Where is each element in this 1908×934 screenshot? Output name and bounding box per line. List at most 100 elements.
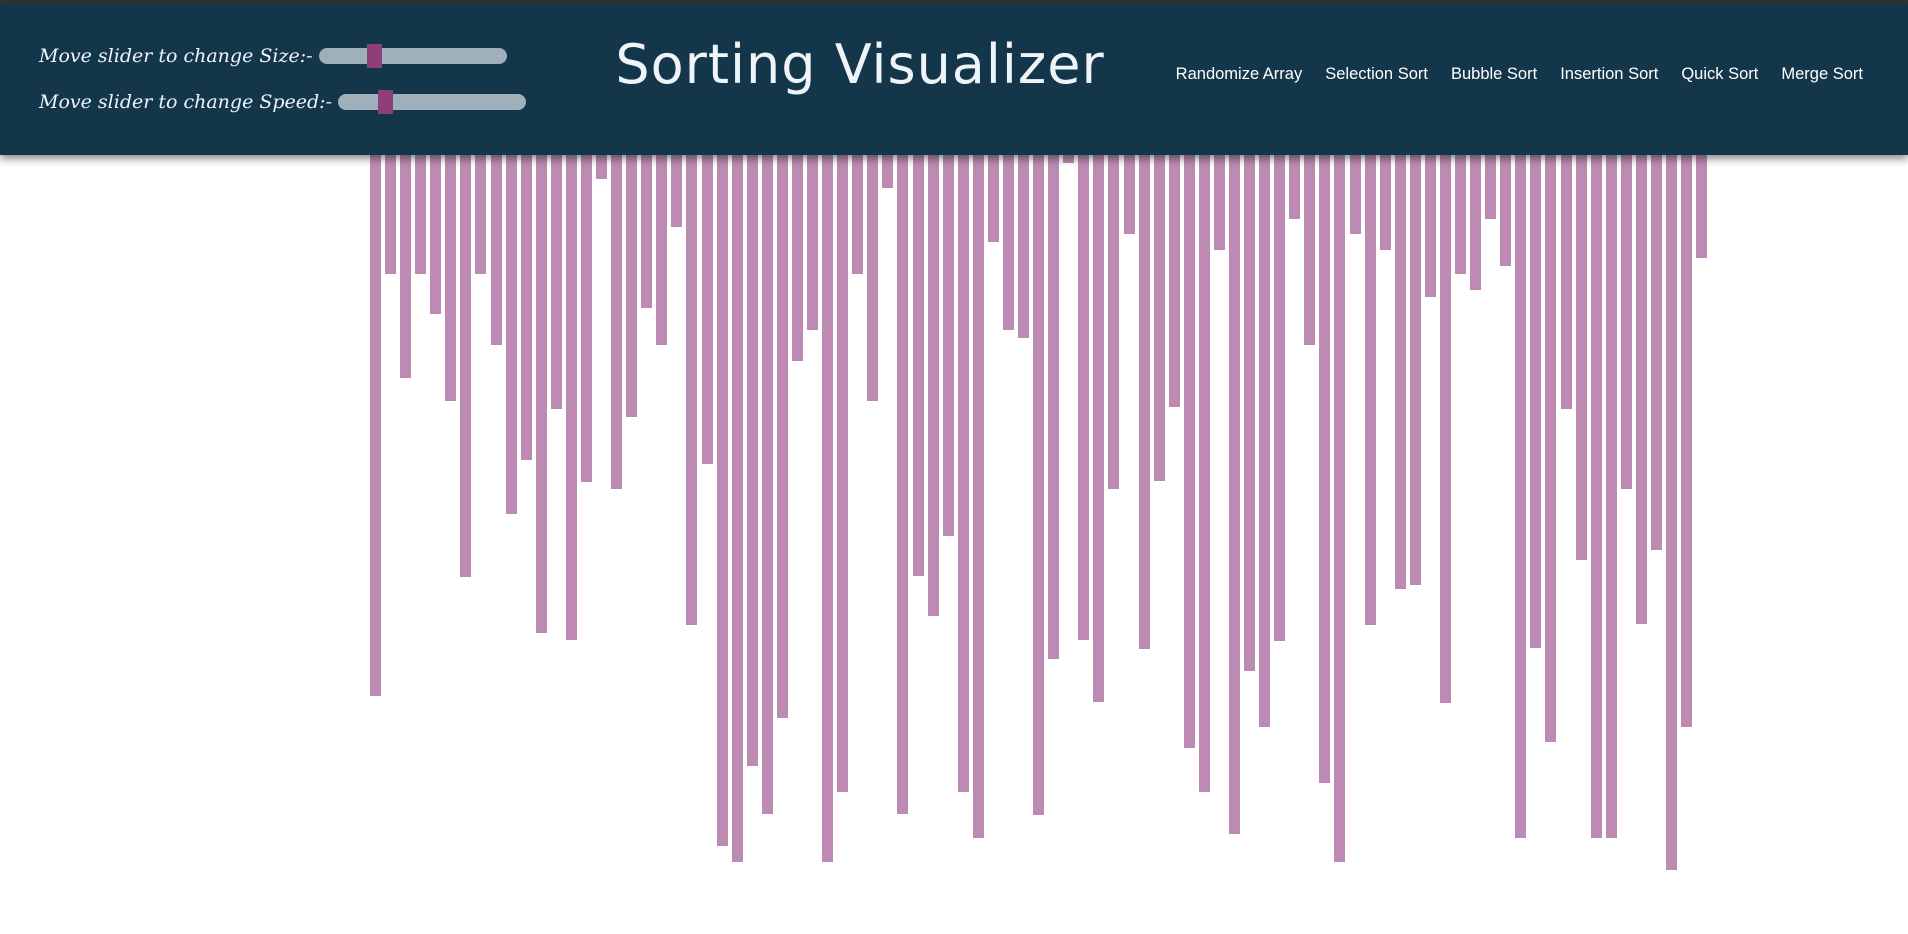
array-bar bbox=[1681, 155, 1692, 727]
array-bar bbox=[988, 155, 999, 242]
size-slider-row: Move slider to change Size:- bbox=[39, 44, 507, 68]
sort-menu: Randomize Array Selection Sort Bubble So… bbox=[1176, 65, 1863, 84]
array-bar bbox=[822, 155, 833, 862]
array-bar bbox=[702, 155, 713, 464]
array-bar bbox=[1591, 155, 1602, 838]
array-bar bbox=[1018, 155, 1029, 338]
array-bar bbox=[400, 155, 411, 378]
array-bar bbox=[1304, 155, 1315, 345]
array-bar bbox=[762, 155, 773, 814]
array-bar bbox=[1470, 155, 1481, 290]
array-bar bbox=[415, 155, 426, 274]
array-bar bbox=[1229, 155, 1240, 834]
array-bar bbox=[656, 155, 667, 345]
size-slider-thumb[interactable] bbox=[366, 44, 382, 68]
array-bar bbox=[1184, 155, 1195, 748]
array-bar bbox=[1576, 155, 1587, 560]
speed-slider-thumb[interactable] bbox=[378, 90, 393, 114]
array-bar bbox=[1651, 155, 1662, 550]
array-bar bbox=[551, 155, 562, 409]
array-bar bbox=[611, 155, 622, 489]
array-bar bbox=[385, 155, 396, 274]
array-bar bbox=[1124, 155, 1135, 234]
array-bar bbox=[536, 155, 547, 633]
array-bar bbox=[475, 155, 486, 274]
array-bar bbox=[958, 155, 969, 792]
array-bar bbox=[1425, 155, 1436, 297]
array-bar bbox=[1244, 155, 1255, 671]
bubble-sort-button[interactable]: Bubble Sort bbox=[1451, 65, 1537, 84]
array-bar bbox=[1636, 155, 1647, 624]
array-bar bbox=[1666, 155, 1677, 870]
array-bar bbox=[1455, 155, 1466, 274]
quick-sort-button[interactable]: Quick Sort bbox=[1681, 65, 1758, 84]
array-bars-container bbox=[0, 155, 1908, 934]
array-bar bbox=[1108, 155, 1119, 489]
array-bar bbox=[445, 155, 456, 401]
array-bar bbox=[686, 155, 697, 625]
speed-slider[interactable] bbox=[338, 90, 526, 114]
array-bar bbox=[852, 155, 863, 274]
array-bar bbox=[370, 155, 381, 696]
array-bar bbox=[1259, 155, 1270, 727]
page-title: Sorting Visualizer bbox=[615, 33, 1105, 96]
array-bar bbox=[1319, 155, 1330, 783]
array-bar bbox=[1440, 155, 1451, 703]
array-bar bbox=[521, 155, 532, 460]
array-bar bbox=[943, 155, 954, 536]
insertion-sort-button[interactable]: Insertion Sort bbox=[1560, 65, 1658, 84]
array-bar bbox=[1606, 155, 1617, 838]
array-bar bbox=[1395, 155, 1406, 589]
array-bar bbox=[491, 155, 502, 345]
array-bar bbox=[1169, 155, 1180, 407]
array-bar bbox=[1334, 155, 1345, 862]
array-bar bbox=[641, 155, 652, 308]
array-bar bbox=[430, 155, 441, 314]
array-bar bbox=[747, 155, 758, 766]
array-bar bbox=[566, 155, 577, 640]
array-bar bbox=[1485, 155, 1496, 219]
array-bar bbox=[867, 155, 878, 401]
array-bar bbox=[1380, 155, 1391, 250]
array-bar bbox=[596, 155, 607, 179]
array-bar bbox=[1139, 155, 1150, 649]
array-bar bbox=[1545, 155, 1556, 742]
array-bar bbox=[897, 155, 908, 814]
randomize-array-button[interactable]: Randomize Array bbox=[1176, 65, 1303, 84]
array-bar bbox=[717, 155, 728, 846]
array-bar bbox=[837, 155, 848, 792]
size-slider-label: Move slider to change Size:- bbox=[39, 45, 313, 67]
array-bar bbox=[1154, 155, 1165, 481]
merge-sort-button[interactable]: Merge Sort bbox=[1781, 65, 1863, 84]
array-bar bbox=[973, 155, 984, 838]
array-bar bbox=[581, 155, 592, 482]
array-bar bbox=[1530, 155, 1541, 648]
array-bar bbox=[792, 155, 803, 361]
array-bar bbox=[1561, 155, 1572, 409]
array-bar bbox=[1093, 155, 1104, 702]
array-bar bbox=[1500, 155, 1511, 266]
array-bar bbox=[506, 155, 517, 514]
array-bar bbox=[1365, 155, 1376, 625]
array-bar bbox=[1003, 155, 1014, 330]
speed-slider-row: Move slider to change Speed:- bbox=[39, 90, 526, 114]
array-bar bbox=[1199, 155, 1210, 792]
speed-slider-label: Move slider to change Speed:- bbox=[39, 91, 332, 113]
array-bar bbox=[1621, 155, 1632, 489]
array-bar bbox=[732, 155, 743, 862]
array-bar bbox=[928, 155, 939, 616]
array-bar bbox=[1033, 155, 1044, 815]
array-bar bbox=[777, 155, 788, 718]
array-bar bbox=[1289, 155, 1300, 219]
array-bar bbox=[1515, 155, 1526, 838]
array-bar bbox=[671, 155, 682, 227]
array-bar bbox=[913, 155, 924, 576]
navbar: Move slider to change Size:- Move slider… bbox=[0, 3, 1908, 155]
size-slider[interactable] bbox=[318, 44, 507, 68]
array-bar bbox=[1078, 155, 1089, 640]
array-bar bbox=[807, 155, 818, 330]
array-bar bbox=[1350, 155, 1361, 234]
selection-sort-button[interactable]: Selection Sort bbox=[1325, 65, 1428, 84]
array-bar bbox=[882, 155, 893, 188]
array-bar bbox=[1048, 155, 1059, 659]
